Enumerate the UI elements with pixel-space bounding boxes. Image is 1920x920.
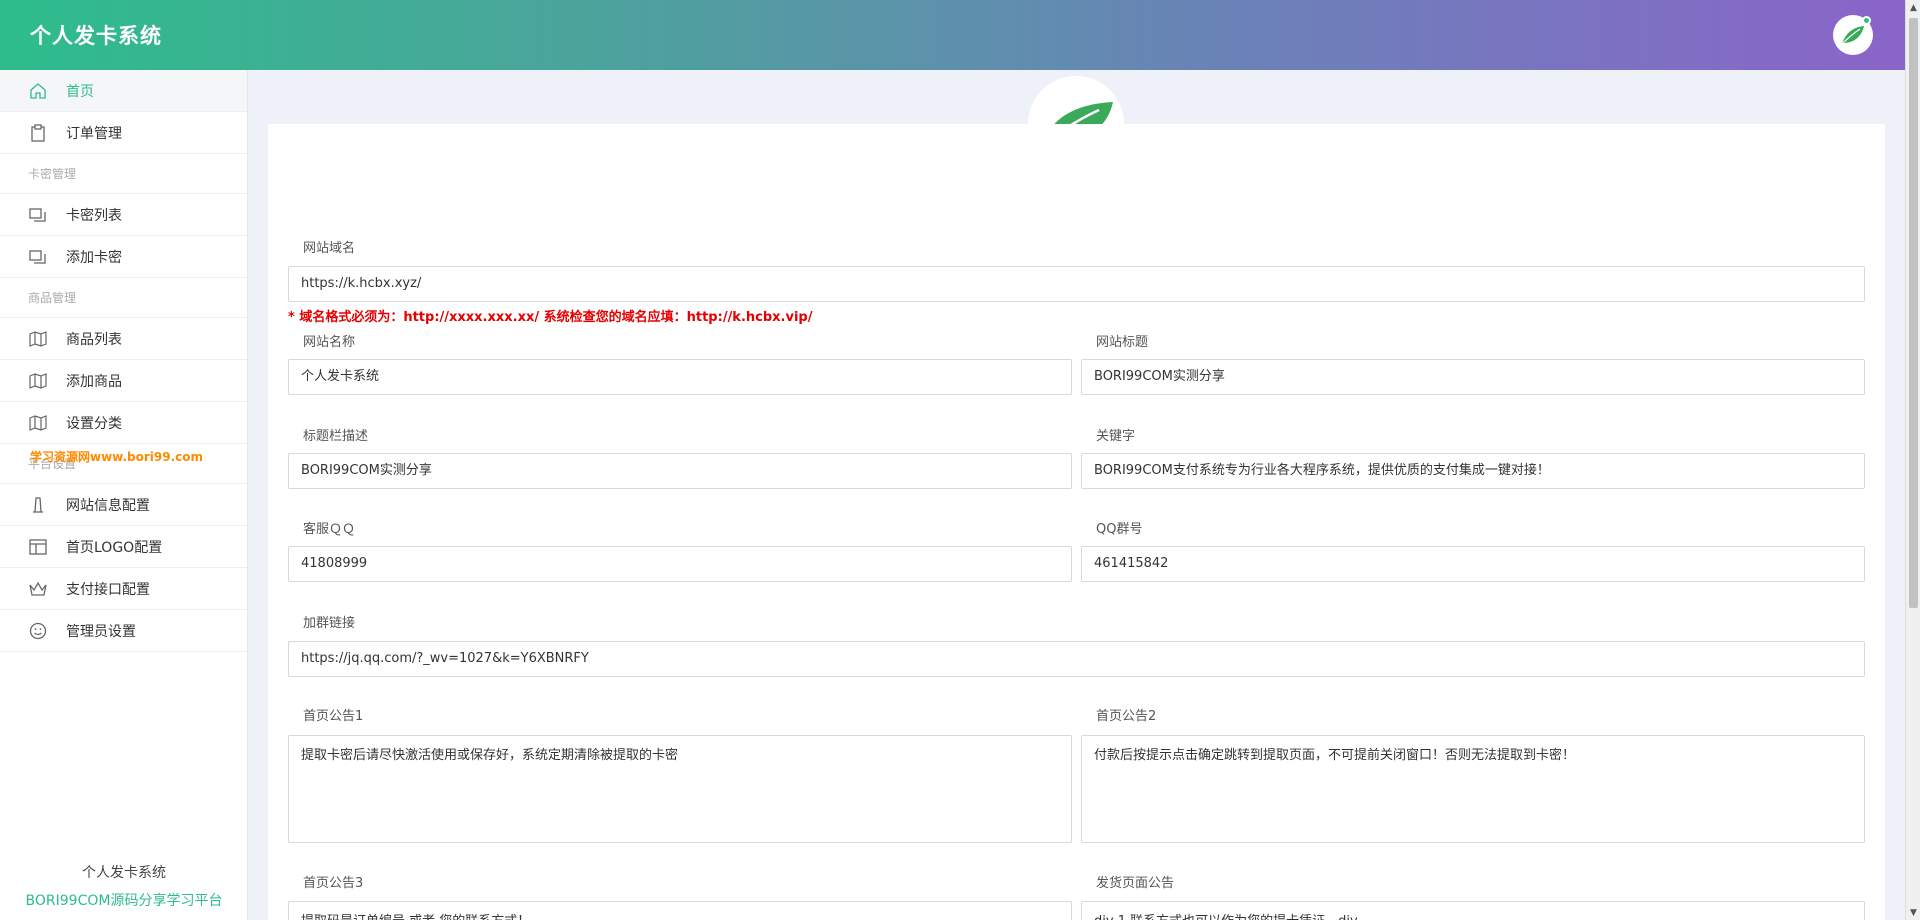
page-scrollbar[interactable]: ▲ ▼ (1905, 0, 1920, 920)
scroll-up-icon[interactable]: ▲ (1906, 0, 1920, 15)
avatar-status-dot (1862, 16, 1871, 25)
sidebar-group-products: 商品管理 (0, 278, 247, 318)
notice2-textarea[interactable]: 付款后按提示点击确定跳转到提取页面，不可提前关闭窗口！否则无法提取到卡密！ (1081, 735, 1865, 843)
sidebar-item-add-product[interactable]: 添加商品 (0, 360, 247, 402)
keywords-input[interactable]: BORI99COM支付系统专为行业各大程序系统，提供优质的支付集成一键对接！ (1081, 453, 1865, 489)
sidebar-item-orders[interactable]: 订单管理 (0, 112, 247, 154)
watermark-text: 学习资源网www.bori99.com (30, 450, 204, 464)
sidebar-item-add-card[interactable]: 添加卡密 (0, 236, 247, 278)
notice1-textarea[interactable]: 提取卡密后请尽快激活使用或保存好，系统定期清除被提取的卡密 (288, 735, 1072, 843)
sidebar-item-label: 商品列表 (66, 331, 122, 348)
sidebar-item-label: 添加卡密 (66, 249, 122, 266)
site-title-input[interactable]: BORI99COM实测分享 (1081, 359, 1865, 395)
sidebar-item-logo-config[interactable]: 首页LOGO配置 (0, 526, 247, 568)
layout-icon (28, 537, 48, 557)
notice3-textarea[interactable]: 提取码是订单编号 或者 您的联系方式！ (288, 901, 1072, 920)
notice1-label: 首页公告1 (303, 709, 364, 724)
leaf-icon (1841, 26, 1864, 45)
scroll-down-icon[interactable]: ▼ (1906, 905, 1920, 920)
sidebar-item-admin-settings[interactable]: 管理员设置 (0, 610, 247, 652)
cards-icon (28, 247, 48, 267)
sidebar-footer: 个人发卡系统 BORI99COM源码分享学习平台 (0, 862, 248, 910)
title-desc-input[interactable]: BORI99COM实测分享 (288, 453, 1072, 489)
sidebar-item-label: 订单管理 (66, 125, 122, 142)
service-qq-input[interactable]: 41808999 (288, 546, 1072, 582)
domain-input[interactable]: https://k.hcbx.xyz/ (288, 266, 1865, 302)
keywords-label: 关键字 (1096, 429, 1136, 444)
sidebar-item-label: 卡密列表 (66, 207, 122, 224)
top-header: 个人发卡系统 (0, 0, 1905, 70)
delivery-notice-textarea[interactable]: div 1 联系方式也可以作为您的提卡凭证。div (1081, 901, 1865, 920)
home-icon (28, 81, 48, 101)
sidebar-item-label: 支付接口配置 (66, 581, 150, 598)
sidebar-item-label: 首页 (66, 83, 94, 100)
book-icon (28, 329, 48, 349)
smile-icon (28, 621, 48, 641)
tower-icon (28, 495, 48, 515)
site-config-card: 网站域名 https://k.hcbx.xyz/ * 域名格式必须为：http:… (268, 124, 1885, 920)
app-title: 个人发卡系统 (30, 24, 162, 48)
notice3-label: 首页公告3 (303, 876, 364, 891)
footer-platform-link[interactable]: BORI99COM源码分享学习平台 (0, 890, 248, 910)
delivery-notice-label: 发货页面公告 (1096, 876, 1175, 891)
footer-app-name: 个人发卡系统 (82, 865, 166, 881)
service-qq-label: 客服ＱＱ (303, 522, 356, 537)
group-link-input[interactable]: https://jq.qq.com/?_wv=1027&k=Y6XBNRFY (288, 641, 1865, 677)
sidebar-group-cards: 卡密管理 (0, 154, 247, 194)
sidebar-item-categories[interactable]: 设置分类 (0, 402, 247, 444)
sidebar-item-site-info[interactable]: 网站信息配置 (0, 484, 247, 526)
notice2-label: 首页公告2 (1096, 709, 1157, 724)
qq-group-input[interactable]: 461415842 (1081, 546, 1865, 582)
site-name-label: 网站名称 (303, 335, 356, 350)
title-desc-label: 标题栏描述 (303, 429, 369, 444)
sidebar-item-label: 管理员设置 (66, 623, 136, 640)
clipboard-icon (28, 123, 48, 143)
sidebar-item-payment-config[interactable]: 支付接口配置 (0, 568, 247, 610)
sidebar-item-label: 首页LOGO配置 (66, 539, 163, 556)
sidebar-item-label: 网站信息配置 (66, 497, 150, 514)
domain-label: 网站域名 (303, 241, 356, 256)
cards-icon (28, 205, 48, 225)
book-icon (28, 413, 48, 433)
sidebar-item-card-list[interactable]: 卡密列表 (0, 194, 247, 236)
domain-hint: * 域名格式必须为：http://xxxx.xxx.xx/ 系统检查您的域名应填… (288, 310, 813, 325)
sidebar-item-label: 添加商品 (66, 373, 122, 390)
scrollbar-thumb[interactable] (1909, 18, 1918, 608)
crown-icon (28, 579, 48, 599)
sidebar: 首页 订单管理 卡密管理 卡密列表 添加卡密 商品管理 商品列表 添加商品 设置… (0, 70, 248, 920)
qq-group-label: QQ群号 (1096, 522, 1143, 537)
site-title-label: 网站标题 (1096, 335, 1149, 350)
group-link-label: 加群链接 (303, 616, 356, 631)
sidebar-item-home[interactable]: 首页 (0, 70, 247, 112)
sidebar-item-product-list[interactable]: 商品列表 (0, 318, 247, 360)
site-name-input[interactable]: 个人发卡系统 (288, 359, 1072, 395)
sidebar-item-label: 设置分类 (66, 415, 122, 432)
avatar[interactable] (1833, 15, 1873, 55)
book-icon (28, 371, 48, 391)
